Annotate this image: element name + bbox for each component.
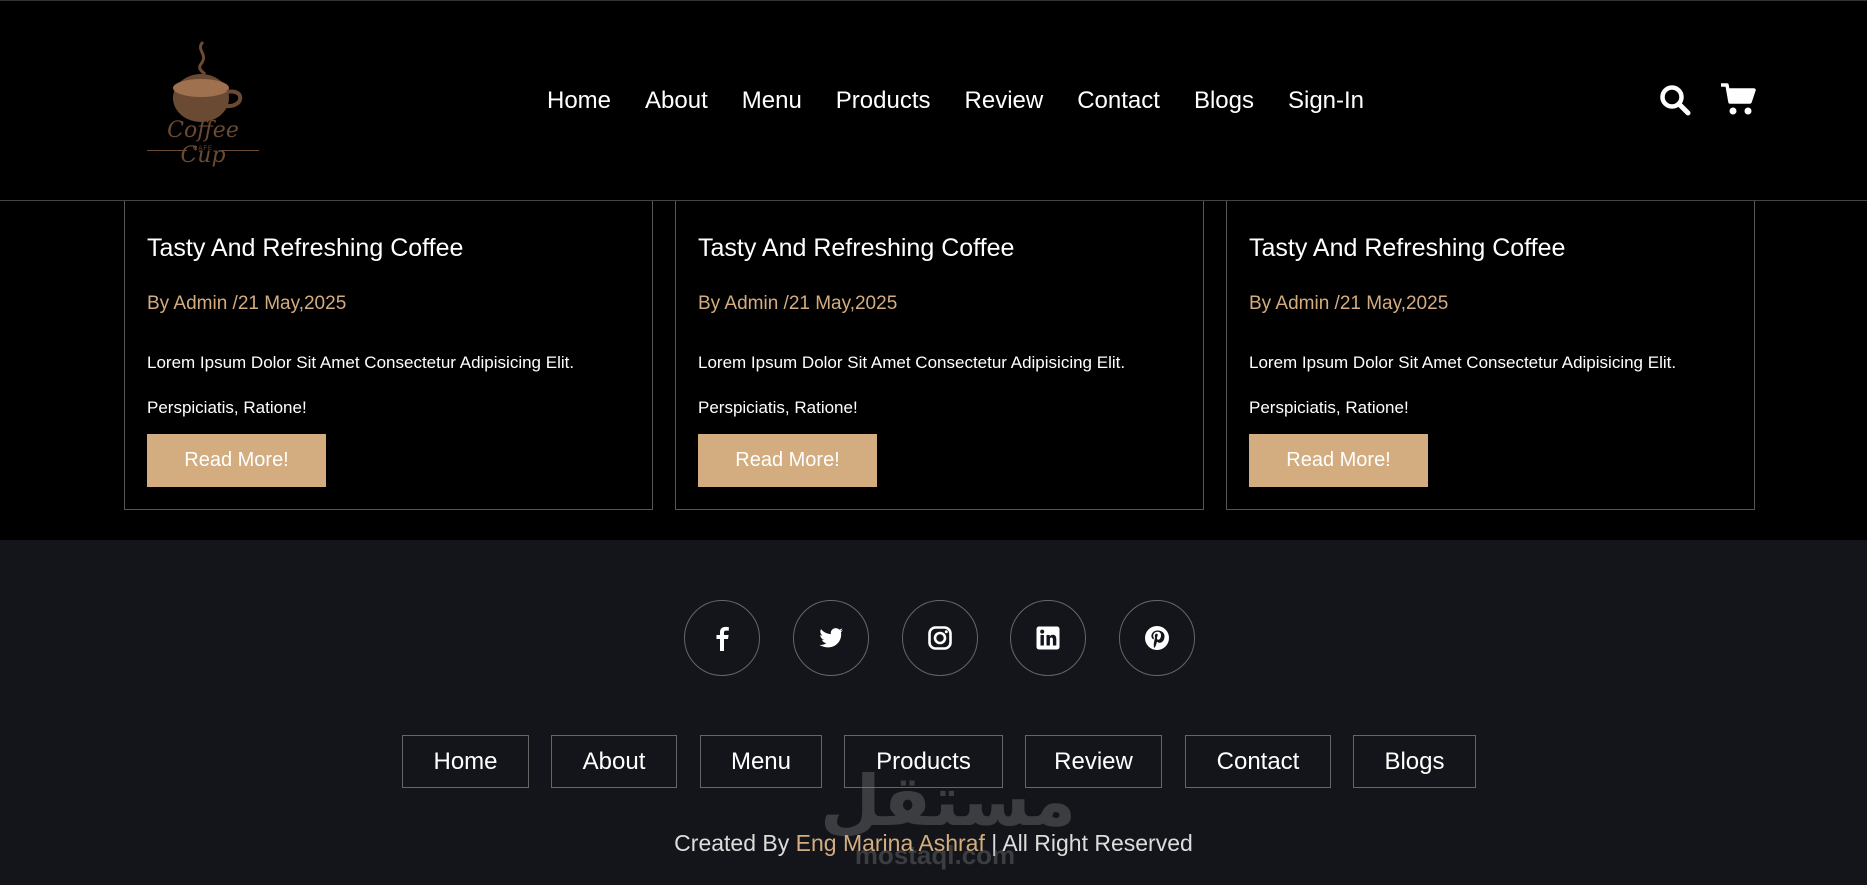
pinterest-link[interactable]	[1119, 600, 1195, 676]
logo-divider	[219, 150, 259, 151]
read-more-button[interactable]: Read More!	[698, 434, 877, 487]
footer-nav-menu[interactable]: Menu	[700, 735, 822, 788]
site-footer: Home About Menu Products Review Contact …	[0, 540, 1867, 885]
nav-review[interactable]: Review	[965, 87, 1044, 115]
blog-card-title: Tasty And Refreshing Coffee	[698, 234, 1015, 262]
credit-author: Eng Marina Ashraf	[795, 830, 985, 856]
twitter-link[interactable]	[793, 600, 869, 676]
blog-card-text: Lorem Ipsum Dolor Sit Amet Consectetur A…	[147, 353, 575, 417]
main-nav: Home About Menu Products Review Contact …	[547, 87, 1398, 115]
blog-card-meta: By Admin /21 May,2025	[147, 293, 347, 314]
nav-products[interactable]: Products	[836, 87, 931, 115]
logo-subtitle: CAFE	[192, 146, 213, 152]
logo[interactable]: Coffee Cup CAFE	[145, 36, 265, 168]
linkedin-icon	[1036, 626, 1060, 650]
footer-nav-about[interactable]: About	[551, 735, 677, 788]
footer-nav-contact[interactable]: Contact	[1185, 735, 1331, 788]
site-header: Coffee Cup CAFE Home About Menu Products…	[0, 0, 1867, 201]
footer-nav-review[interactable]: Review	[1025, 735, 1162, 788]
credit-prefix: Created By	[674, 830, 790, 856]
search-icon[interactable]	[1659, 84, 1691, 116]
blog-card-title: Tasty And Refreshing Coffee	[147, 234, 464, 262]
blog-card: Tasty And Refreshing Coffee By Admin /21…	[675, 201, 1204, 510]
blog-card-text: Lorem Ipsum Dolor Sit Amet Consectetur A…	[1249, 353, 1677, 417]
footer-nav-blogs[interactable]: Blogs	[1353, 735, 1476, 788]
footer-nav-products[interactable]: Products	[844, 735, 1003, 788]
cart-icon[interactable]	[1720, 82, 1756, 116]
blog-card-title: Tasty And Refreshing Coffee	[1249, 234, 1566, 262]
pinterest-icon	[1145, 626, 1169, 650]
nav-home[interactable]: Home	[547, 87, 611, 115]
nav-blogs[interactable]: Blogs	[1194, 87, 1254, 115]
blog-card: Tasty And Refreshing Coffee By Admin /21…	[1226, 201, 1755, 510]
footer-credit: Created By Eng Marina Ashraf | All Right…	[0, 830, 1867, 857]
nav-about[interactable]: About	[645, 87, 708, 115]
nav-contact[interactable]: Contact	[1077, 87, 1160, 115]
blog-section: Tasty And Refreshing Coffee By Admin /21…	[0, 201, 1867, 540]
twitter-icon	[819, 628, 843, 648]
instagram-icon	[928, 626, 952, 650]
credit-suffix: | All Right Reserved	[991, 830, 1193, 856]
read-more-button[interactable]: Read More!	[1249, 434, 1428, 487]
blog-card-meta: By Admin /21 May,2025	[698, 293, 898, 314]
blog-card-meta: By Admin /21 May,2025	[1249, 293, 1449, 314]
facebook-link[interactable]	[684, 600, 760, 676]
logo-text: Coffee Cup	[167, 118, 239, 168]
facebook-icon	[716, 626, 729, 651]
blog-card: Tasty And Refreshing Coffee By Admin /21…	[124, 201, 653, 510]
read-more-button[interactable]: Read More!	[147, 434, 326, 487]
blog-card-text: Lorem Ipsum Dolor Sit Amet Consectetur A…	[698, 353, 1126, 417]
instagram-link[interactable]	[902, 600, 978, 676]
coffee-cup-logo-icon	[173, 40, 243, 122]
footer-nav-home[interactable]: Home	[402, 735, 529, 788]
nav-menu[interactable]: Menu	[742, 87, 802, 115]
nav-sign-in[interactable]: Sign-In	[1288, 87, 1364, 115]
linkedin-link[interactable]	[1010, 600, 1086, 676]
